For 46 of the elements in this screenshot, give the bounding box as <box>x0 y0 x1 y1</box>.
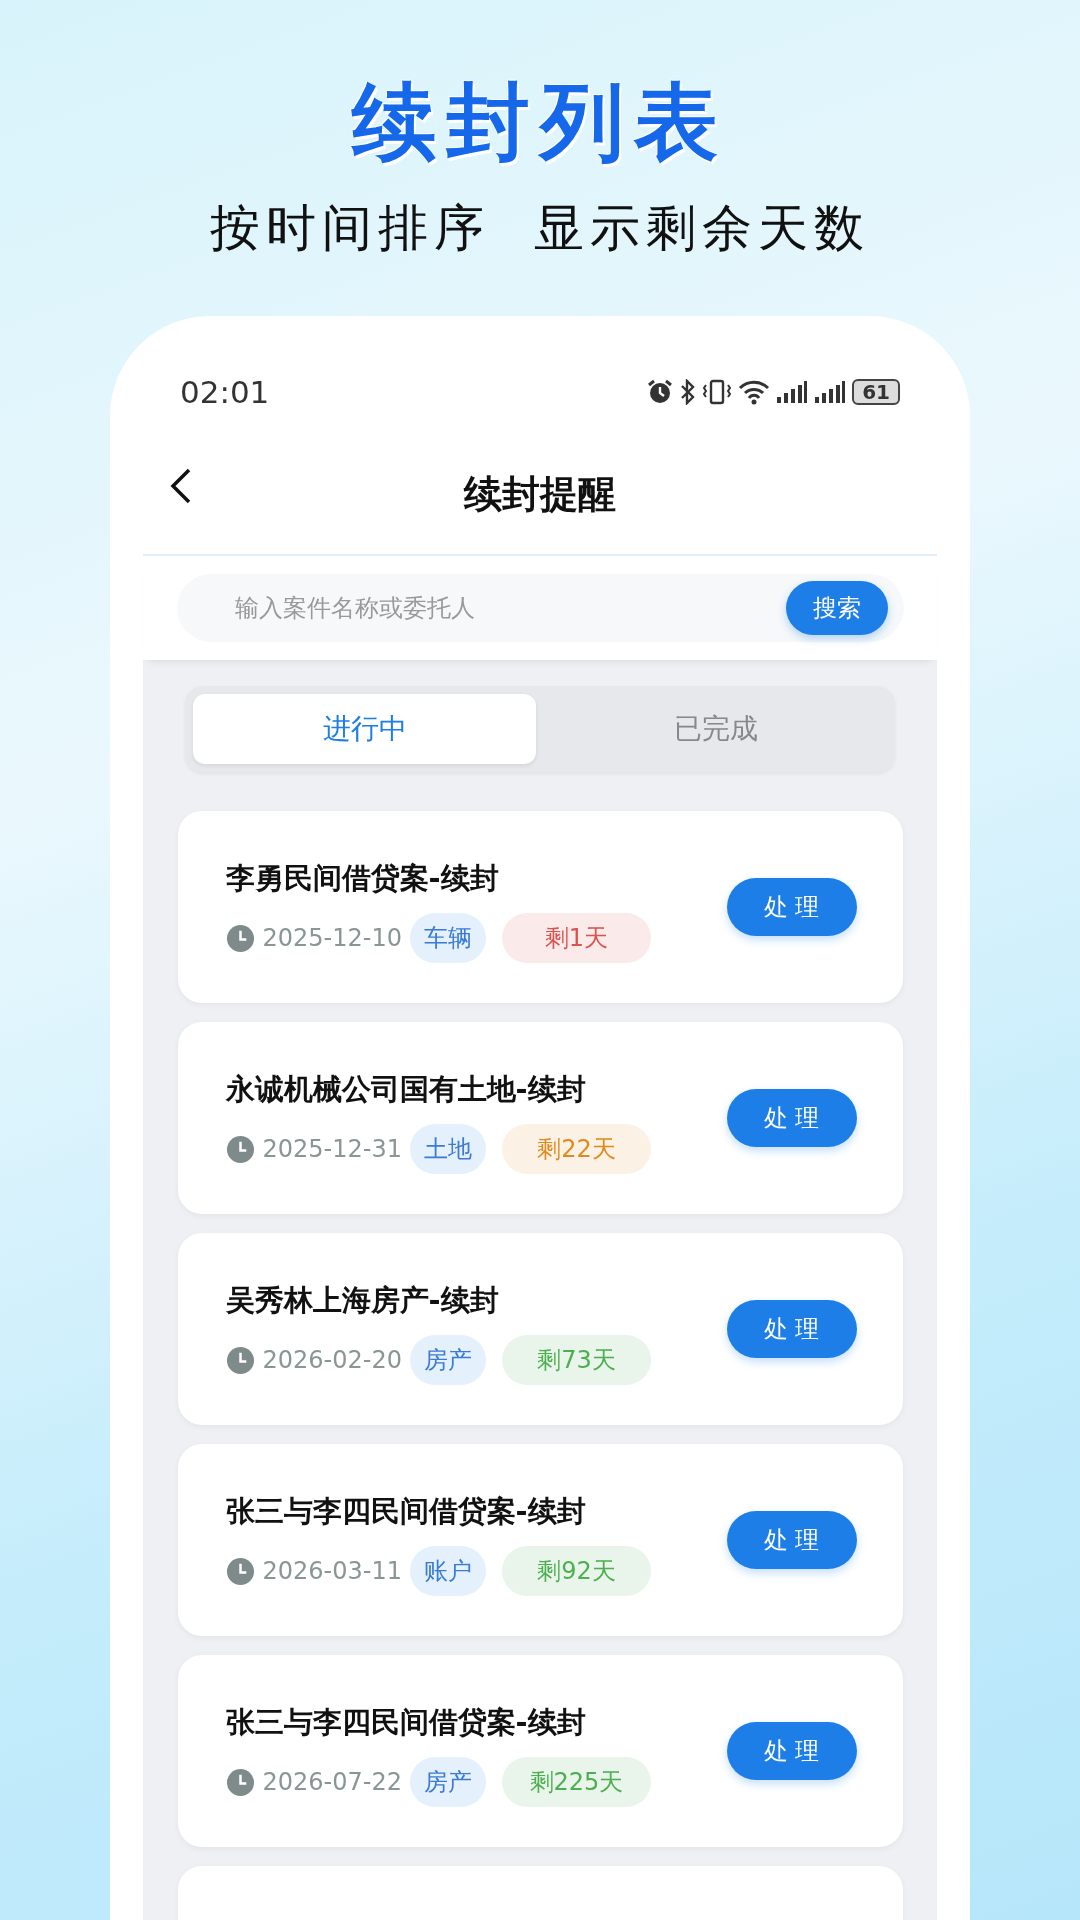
case-title: 李勇民间借贷案-续封 <box>225 860 500 897</box>
back-icon[interactable] <box>169 466 193 506</box>
remaining-days-tag: 剩92天 <box>502 1546 651 1596</box>
process-button[interactable]: 处 理 <box>726 878 857 936</box>
clock-icon <box>225 1134 255 1164</box>
category-tag: 土地 <box>410 1124 486 1174</box>
search-button[interactable]: 搜索 <box>785 581 888 635</box>
case-date: 2025-12-31 <box>262 1135 402 1163</box>
case-date: 2025-12-10 <box>262 924 402 952</box>
remaining-days-tag: 剩22天 <box>502 1124 651 1174</box>
bluetooth-icon <box>680 379 697 405</box>
category-tag: 车辆 <box>410 913 486 963</box>
clock-icon <box>225 1345 255 1375</box>
process-button[interactable]: 处 理 <box>726 1722 857 1780</box>
remaining-days-tag: 剩1天 <box>502 913 651 963</box>
clock-icon <box>225 1556 255 1586</box>
signal-icon <box>776 379 809 405</box>
clock-icon <box>225 923 255 953</box>
battery-level: 61 <box>852 379 900 405</box>
clock-icon <box>225 1767 255 1797</box>
category-tag: 房产 <box>410 1335 486 1385</box>
remaining-days-tag: 剩225天 <box>502 1757 651 1807</box>
case-date: 2026-02-20 <box>262 1346 402 1374</box>
case-date: 2026-03-11 <box>262 1557 402 1585</box>
process-button[interactable]: 处 理 <box>726 1089 857 1147</box>
subheadline: 按时间排序 显示剩余天数 <box>210 198 870 258</box>
search-field[interactable]: 输入案件名称或委托人 搜索 <box>176 574 904 642</box>
case-title: 永诚机械公司国有土地-续封 <box>225 1071 587 1108</box>
category-tag: 账户 <box>410 1546 486 1596</box>
remaining-days-tag: 剩73天 <box>502 1335 651 1385</box>
signal-icon <box>814 379 847 405</box>
case-title: 张三与李四民间借贷案-续封 <box>225 1493 587 1530</box>
process-button[interactable]: 处 理 <box>726 1300 857 1358</box>
tab[interactable]: 已完成 <box>544 694 887 764</box>
status-time: 02:01 <box>180 374 270 410</box>
case-title: 吴秀林上海房产-续封 <box>225 1282 500 1319</box>
wifi-icon <box>738 379 771 405</box>
category-tag: 房产 <box>410 1757 486 1807</box>
case-title: 张三与李四民间借贷案-续封 <box>225 1704 587 1741</box>
tab[interactable]: 进行中 <box>193 694 536 764</box>
headline: 续封列表 <box>352 72 728 172</box>
alarm-icon <box>646 379 675 405</box>
case-date: 2026-07-22 <box>262 1768 402 1796</box>
vibrate-icon <box>702 379 733 405</box>
process-button[interactable]: 处 理 <box>726 1511 857 1569</box>
page-title: 续封提醒 <box>464 470 616 518</box>
